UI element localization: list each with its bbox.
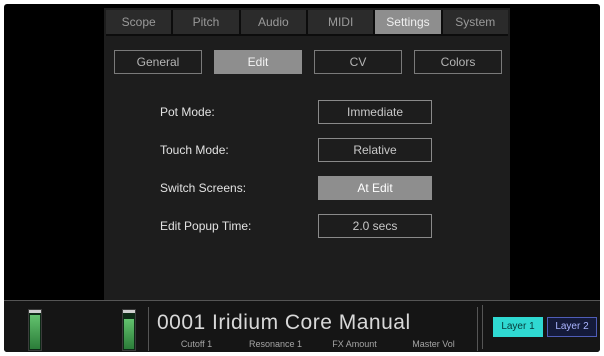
input-meter-cap: [29, 310, 41, 313]
touch-mode-label: Touch Mode:: [160, 143, 229, 157]
tab-system[interactable]: System: [442, 10, 508, 34]
subtab-edit[interactable]: Edit: [214, 50, 302, 74]
preset-display[interactable]: 0001 Iridium Core Manual Cutoff 1 Resona…: [148, 307, 478, 351]
subtab-colors[interactable]: Colors: [414, 50, 502, 74]
switch-screens-label: Switch Screens:: [160, 181, 247, 195]
subtab-general[interactable]: General: [114, 50, 202, 74]
synth-display: Scope Pitch Audio MIDI Settings System G…: [4, 4, 600, 352]
tab-midi[interactable]: MIDI: [307, 10, 374, 34]
tab-audio[interactable]: Audio: [240, 10, 306, 34]
param-resonance: Resonance 1: [248, 339, 303, 349]
tab-settings[interactable]: Settings: [375, 10, 441, 34]
top-tab-bar: Scope Pitch Audio MIDI Settings System: [106, 10, 508, 36]
output-level-fill: [124, 319, 134, 349]
param-cutoff: Cutoff 1: [180, 339, 213, 349]
output-meter-cap: [123, 310, 135, 313]
subtab-cv[interactable]: CV: [314, 50, 402, 74]
output-level-meter: [122, 309, 136, 351]
input-level-fill: [30, 315, 40, 349]
edit-popup-time-label: Edit Popup Time:: [160, 219, 252, 233]
layer-2-button[interactable]: Layer 2: [547, 317, 597, 337]
settings-panel: Scope Pitch Audio MIDI Settings System G…: [104, 8, 510, 300]
tab-scope[interactable]: Scope: [106, 10, 172, 34]
layer-selector: Layer 1 Layer 2: [482, 305, 600, 349]
param-fx-amount: FX Amount: [332, 339, 377, 349]
param-labels: Cutoff 1 Resonance 1 FX Amount Master Vo…: [157, 339, 473, 349]
layer-1-button[interactable]: Layer 1: [493, 317, 543, 337]
preset-name: 0001 Iridium Core Manual: [157, 311, 411, 334]
pot-mode-button[interactable]: Immediate: [318, 100, 432, 124]
sub-tab-bar: General Edit CV Colors: [104, 50, 510, 74]
touch-mode-button[interactable]: Relative: [318, 138, 432, 162]
input-level-meter: [28, 309, 42, 351]
status-bar: 0001 Iridium Core Manual Cutoff 1 Resona…: [4, 300, 600, 352]
switch-screens-button[interactable]: At Edit: [318, 176, 432, 200]
tab-pitch[interactable]: Pitch: [173, 10, 239, 34]
param-master-vol: Master Vol: [412, 339, 455, 349]
edit-popup-time-button[interactable]: 2.0 secs: [318, 214, 432, 238]
pot-mode-label: Pot Mode:: [160, 105, 215, 119]
